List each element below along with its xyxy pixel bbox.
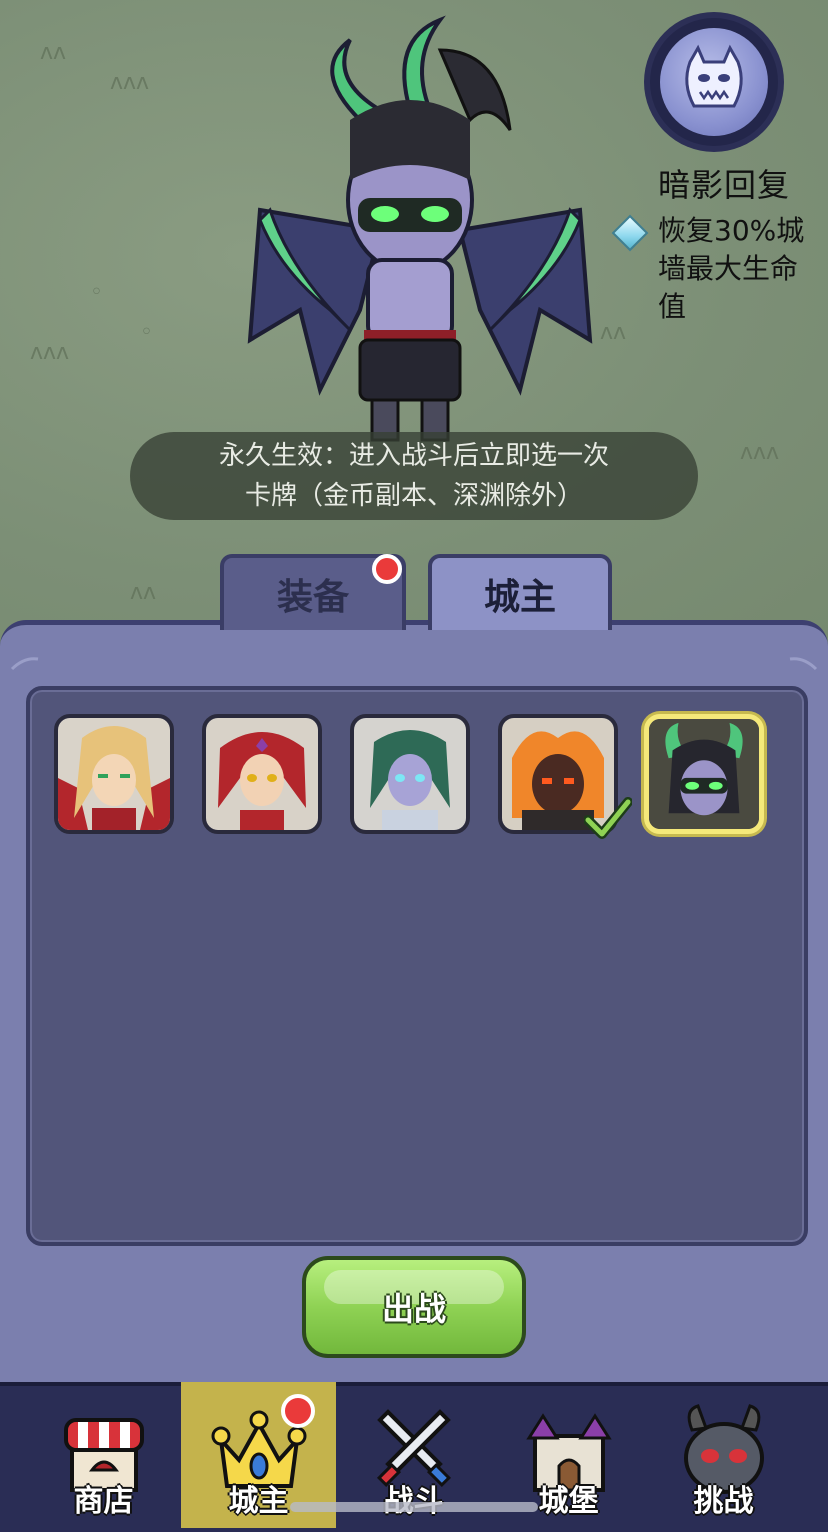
green-haired-elf-portrait [354, 718, 466, 830]
skill-name: 暗影回复 [658, 166, 791, 204]
corner-ornament-icon [10, 657, 39, 671]
effect-line-2: 卡牌（金币副本、深渊除外） [244, 481, 583, 511]
tab-lord[interactable]: 城主 [428, 554, 612, 630]
corner-ornament-icon [789, 657, 818, 671]
tab-lord-label: 城主 [483, 577, 556, 618]
effect-banner: 永久生效：进入战斗后立即选一次 卡牌（金币副本、深渊除外） [130, 432, 698, 520]
stone: ◦ [90, 280, 103, 305]
stone: ◦ [140, 320, 153, 345]
demon-mask-icon [660, 28, 768, 136]
lord-notification-badge [281, 1394, 315, 1428]
red-haired-mage-portrait [206, 718, 318, 830]
nav-battle-label: 战斗 [336, 1476, 491, 1520]
grass-tuft: ʌʌʌ [740, 440, 780, 465]
tab-equipment-label: 装备 [276, 577, 349, 618]
deploy-button-label: 出战 [381, 1290, 446, 1328]
home-indicator[interactable] [290, 1502, 538, 1512]
nav-lord-label: 城主 [228, 1484, 289, 1519]
blonde-knight-portrait [58, 718, 170, 830]
nav-castle-label: 城堡 [538, 1484, 599, 1519]
lord-portrait-5[interactable] [644, 714, 764, 834]
grass-tuft: ʌʌ [130, 580, 157, 605]
lord-portrait-3[interactable] [350, 714, 470, 834]
equipment-notification-badge [372, 554, 402, 584]
deploy-button[interactable]: 出战 [302, 1256, 526, 1358]
skill-icon-button[interactable] [650, 18, 778, 146]
nav-challenge-label: 挑战 [693, 1484, 754, 1519]
grass-tuft: ʌʌ [40, 40, 67, 65]
lord-portrait-2[interactable] [202, 714, 322, 834]
grass-tuft: ʌʌʌ [30, 340, 70, 365]
nav-shop[interactable]: 商店 [26, 1382, 181, 1528]
lord-portrait-1[interactable] [54, 714, 174, 834]
lord-character-figure [247, 15, 593, 442]
checkmark-icon [584, 797, 632, 839]
grass-tuft: ʌʌʌ [110, 70, 150, 95]
grass-tuft: ʌʌ [600, 320, 627, 345]
nav-challenge[interactable]: 挑战 [646, 1382, 801, 1528]
demon-hunter-portrait [649, 719, 759, 829]
skill-description: 恢复30%城墙最大生命值 [658, 214, 805, 323]
effect-line-1: 永久生效：进入战斗后立即选一次 [218, 441, 609, 471]
nav-shop-label: 商店 [73, 1484, 134, 1519]
